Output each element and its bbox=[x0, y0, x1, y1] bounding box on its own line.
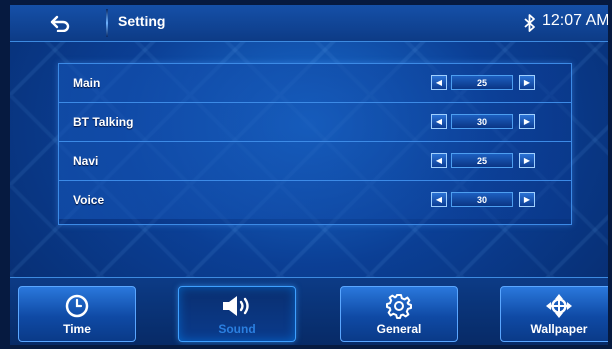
bottom-tab-bar: Time Sound General Wallpaper bbox=[10, 277, 608, 345]
volume-value: 25 bbox=[451, 75, 513, 90]
title-divider bbox=[106, 9, 108, 37]
decrease-button[interactable]: ◀ bbox=[431, 114, 447, 129]
right-triangle-icon: ▶ bbox=[523, 117, 531, 126]
tab-label: General bbox=[376, 322, 422, 336]
wallpaper-icon bbox=[501, 293, 608, 319]
volume-row-bt-talking: BT Talking ◀ 30 ▶ bbox=[59, 103, 571, 142]
left-triangle-icon: ◀ bbox=[435, 117, 443, 126]
volume-value: 25 bbox=[451, 153, 513, 168]
tab-label: Time bbox=[63, 322, 91, 336]
tab-label: Wallpaper bbox=[530, 322, 588, 336]
left-triangle-icon: ◀ bbox=[435, 78, 443, 87]
tab-label: Sound bbox=[218, 322, 256, 336]
increase-button[interactable]: ▶ bbox=[519, 114, 535, 129]
volume-value: 30 bbox=[451, 114, 513, 129]
row-label: Voice bbox=[73, 193, 105, 207]
back-button[interactable] bbox=[18, 9, 102, 37]
decrease-button[interactable]: ◀ bbox=[431, 192, 447, 207]
decrease-button[interactable]: ◀ bbox=[431, 75, 447, 90]
top-bar: Setting 12:07 AM bbox=[10, 5, 608, 42]
volume-row-main: Main ◀ 25 ▶ bbox=[59, 64, 571, 103]
right-triangle-icon: ▶ bbox=[523, 156, 531, 165]
increase-button[interactable]: ▶ bbox=[519, 192, 535, 207]
tab-general[interactable]: General bbox=[340, 286, 458, 342]
increase-button[interactable]: ▶ bbox=[519, 153, 535, 168]
right-triangle-icon: ▶ bbox=[523, 78, 531, 87]
right-triangle-icon: ▶ bbox=[523, 195, 531, 204]
volume-panel: Main ◀ 25 ▶ BT Talking ◀ 30 ▶ Navi ◀ 25 … bbox=[58, 63, 572, 225]
clock-icon bbox=[19, 293, 135, 319]
settings-screen: Setting 12:07 AM Main ◀ 25 ▶ BT Talking … bbox=[10, 5, 608, 345]
increase-button[interactable]: ▶ bbox=[519, 75, 535, 90]
tab-sound[interactable]: Sound bbox=[178, 286, 296, 342]
tab-wallpaper[interactable]: Wallpaper bbox=[500, 286, 608, 342]
bluetooth-icon bbox=[520, 11, 540, 35]
volume-row-voice: Voice ◀ 30 ▶ bbox=[59, 181, 571, 219]
volume-row-navi: Navi ◀ 25 ▶ bbox=[59, 142, 571, 181]
page-title: Setting bbox=[118, 13, 166, 29]
left-triangle-icon: ◀ bbox=[435, 156, 443, 165]
row-label: Navi bbox=[73, 154, 99, 168]
row-label: BT Talking bbox=[73, 115, 134, 129]
tab-time[interactable]: Time bbox=[18, 286, 136, 342]
volume-value: 30 bbox=[451, 192, 513, 207]
back-arrow-icon bbox=[50, 15, 70, 32]
decrease-button[interactable]: ◀ bbox=[431, 153, 447, 168]
left-triangle-icon: ◀ bbox=[435, 195, 443, 204]
row-label: Main bbox=[73, 76, 101, 90]
gear-icon bbox=[341, 293, 457, 319]
clock-time: 12:07 AM bbox=[542, 12, 608, 29]
speaker-icon bbox=[179, 293, 295, 319]
